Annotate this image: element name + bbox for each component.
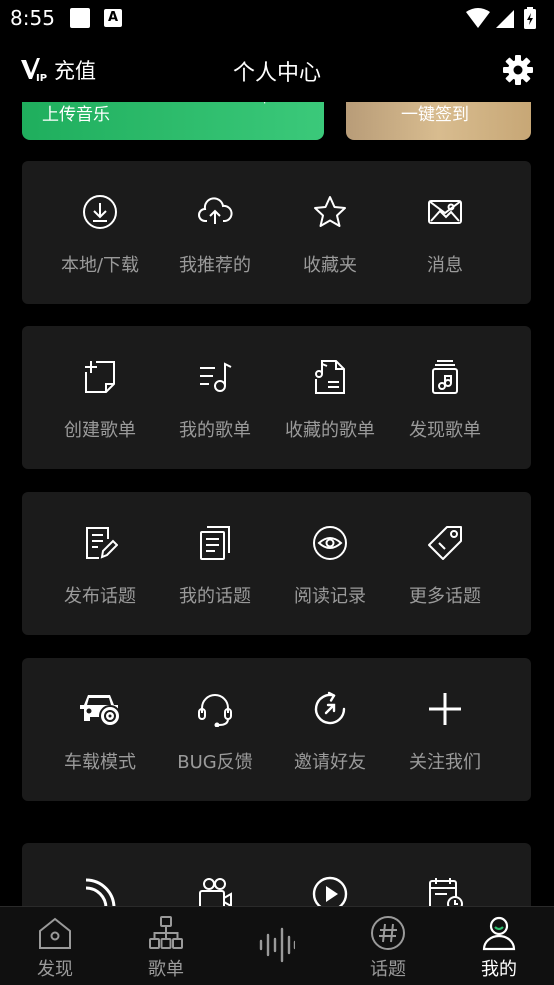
settings-button[interactable] [502, 54, 534, 86]
car-music-icon [78, 691, 122, 727]
tab-discover[interactable]: 发现 [0, 907, 110, 985]
play-item[interactable] [274, 843, 386, 913]
notification-letter-icon: A [104, 9, 122, 27]
image-message-icon [427, 194, 463, 230]
status-bar: 8:55 A [0, 0, 554, 38]
post-topic-item[interactable]: 发布话题 [44, 492, 156, 635]
favorites-item[interactable]: 收藏夹 [274, 161, 386, 304]
my-playlists-item[interactable]: 我的歌单 [159, 326, 271, 469]
sign-in-banner[interactable]: 一键签到 [346, 102, 531, 140]
discover-playlists-label: 发现歌单 [409, 420, 481, 441]
my-topics-label: 我的话题 [179, 586, 251, 607]
section-playlists: 创建歌单 我的歌单 收藏的歌单 发现歌单 [22, 326, 531, 469]
edit-document-icon [82, 525, 118, 561]
messages-label: 消息 [427, 255, 463, 276]
tab-playlists[interactable]: 歌单 [111, 907, 221, 985]
bottom-tab-bar: 发现 歌单 话题 我的 [0, 906, 554, 985]
discover-playlists-item[interactable]: 发现歌单 [389, 326, 501, 469]
download-icon [82, 194, 118, 230]
page-title: 个人中心 [232, 61, 321, 86]
invite-friends-label: 邀请好友 [294, 752, 366, 773]
soundwave-icon [259, 927, 295, 963]
section-more [22, 843, 531, 913]
hierarchy-icon [148, 915, 184, 951]
headset-icon [197, 691, 233, 727]
status-icons [462, 6, 542, 32]
upload-music-banner[interactable]: 上传音乐 ' [22, 102, 324, 140]
saved-playlists-item[interactable]: 收藏的歌单 [274, 326, 386, 469]
signal-icon [496, 10, 514, 28]
tab-me[interactable]: 我的 [444, 907, 554, 985]
plus-icon [427, 691, 463, 727]
notification-icon [70, 8, 90, 28]
playlist-icon [197, 359, 233, 395]
video-item[interactable] [159, 843, 271, 913]
section-quick-access: 本地/下载 我推荐的 收藏夹 消息 [22, 161, 531, 304]
bug-feedback-item[interactable]: BUG反馈 [159, 658, 271, 801]
post-topic-label: 发布话题 [64, 586, 136, 607]
local-download-item[interactable]: 本地/下载 [44, 161, 156, 304]
bug-feedback-label: BUG反馈 [177, 752, 253, 773]
favorites-label: 收藏夹 [303, 255, 357, 276]
car-mode-label: 车载模式 [64, 752, 136, 773]
create-playlist-item[interactable]: 创建歌单 [44, 326, 156, 469]
star-icon [312, 194, 348, 230]
rss-item[interactable] [44, 843, 156, 913]
discover-playlist-icon [427, 359, 463, 395]
tab-topics[interactable]: 话题 [333, 907, 443, 985]
wifi-icon [466, 8, 490, 28]
recommended-label: 我推荐的 [179, 255, 251, 276]
more-topics-item[interactable]: 更多话题 [389, 492, 501, 635]
add-note-icon [82, 359, 118, 395]
my-playlists-label: 我的歌单 [179, 420, 251, 441]
follow-us-label: 关注我们 [409, 752, 481, 773]
saved-playlists-label: 收藏的歌单 [285, 420, 375, 441]
battery-icon [524, 7, 536, 29]
hashtag-icon [370, 915, 406, 951]
cloud-upload-icon [197, 194, 233, 230]
follow-us-item[interactable]: 关注我们 [389, 658, 501, 801]
tab-playlists-label: 歌单 [148, 959, 184, 980]
tab-me-label: 我的 [481, 959, 517, 980]
car-mode-item[interactable]: 车载模式 [44, 658, 156, 801]
sign-in-label: 一键签到 [401, 105, 469, 125]
tag-icon [427, 525, 463, 561]
invite-friends-item[interactable]: 邀请好友 [274, 658, 386, 801]
gear-icon [502, 54, 534, 86]
messages-item[interactable]: 消息 [389, 161, 501, 304]
reading-history-label: 阅读记录 [294, 586, 366, 607]
upload-music-label: 上传音乐 [42, 105, 110, 125]
user-icon [481, 915, 517, 951]
section-topics: 发布话题 我的话题 阅读记录 更多话题 [22, 492, 531, 635]
saved-playlist-icon [312, 359, 348, 395]
reading-history-item[interactable]: 阅读记录 [274, 492, 386, 635]
eye-icon [312, 525, 348, 561]
recommended-item[interactable]: 我推荐的 [159, 161, 271, 304]
banner-dot: ' [263, 102, 267, 112]
tab-topics-label: 话题 [370, 959, 406, 980]
local-download-label: 本地/下载 [60, 255, 140, 276]
home-icon [37, 915, 73, 951]
section-tools: 车载模式 BUG反馈 邀请好友 关注我们 [22, 658, 531, 801]
schedule-item[interactable] [389, 843, 501, 913]
refresh-arrow-icon [312, 691, 348, 727]
documents-icon [197, 525, 233, 561]
my-topics-item[interactable]: 我的话题 [159, 492, 271, 635]
header: IP 充值 个人中心 [0, 38, 554, 102]
more-topics-label: 更多话题 [409, 586, 481, 607]
create-playlist-label: 创建歌单 [64, 420, 136, 441]
status-time: 8:55 [10, 6, 55, 30]
tab-discover-label: 发现 [37, 959, 73, 980]
tab-player[interactable] [222, 907, 332, 985]
